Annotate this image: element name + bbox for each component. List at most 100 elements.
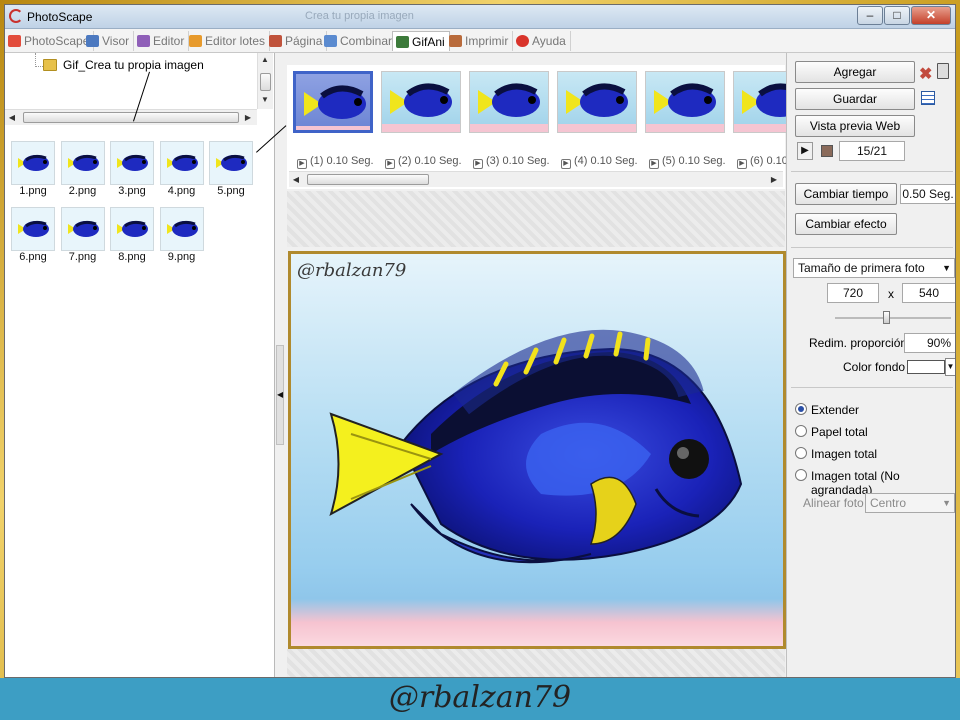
scroll-right-icon[interactable]: ▶ — [241, 113, 255, 122]
maximize-button[interactable]: □ — [884, 6, 910, 25]
frame-thumbnail[interactable] — [381, 71, 461, 133]
scroll-up-icon[interactable]: ▲ — [258, 55, 272, 64]
print-icon — [449, 35, 462, 47]
cambiar-tiempo-button[interactable]: Cambiar tiempo — [795, 183, 897, 205]
scale-slider-thumb[interactable] — [883, 311, 890, 324]
minimize-button[interactable]: – — [857, 6, 883, 25]
photoscape-logo-icon — [9, 9, 23, 23]
option-papel-total-label[interactable]: Papel total — [811, 425, 868, 439]
guardar-button[interactable]: Guardar — [795, 88, 915, 110]
file-thumbnail — [159, 207, 204, 251]
option-extender-label[interactable]: Extender — [811, 403, 859, 417]
play-icon[interactable]: ▶ — [385, 159, 395, 169]
tab-photoscape[interactable]: PhotoScape — [5, 31, 95, 51]
footer-watermark: @rbalzan79 — [388, 680, 572, 715]
file-item[interactable]: 4.png — [159, 141, 204, 197]
vista-previa-web-button[interactable]: Vista previa Web — [795, 115, 915, 137]
tree-folder-label[interactable]: Gif_Crea tu propia imagen — [63, 58, 204, 72]
separator — [791, 247, 953, 248]
file-item[interactable]: 9.png — [159, 207, 204, 263]
frame-thumbnail[interactable] — [469, 71, 549, 133]
main-tabs: PhotoScape Visor Editor Editor lotes Pág… — [5, 29, 955, 53]
photoscape-icon — [8, 35, 21, 47]
file-thumbnail — [60, 141, 105, 185]
frame-label: ▶ (5) 0.10 Seg. — [649, 155, 735, 169]
tab-ayuda[interactable]: Ayuda — [513, 31, 571, 51]
file-item[interactable]: 1.png — [11, 141, 55, 197]
tab-editor-lotes[interactable]: Editor lotes — [186, 31, 271, 51]
trash-icon[interactable] — [937, 63, 949, 79]
tab-combinar[interactable]: Combinar — [321, 31, 398, 51]
strip-hscroll-thumb[interactable] — [307, 174, 429, 185]
play-icon[interactable]: ▶ — [797, 142, 813, 160]
alinear-dropdown[interactable]: Centro ▼ — [865, 493, 955, 513]
tree-connector — [35, 53, 43, 67]
file-item[interactable]: 3.png — [110, 141, 154, 197]
radio-imagen-total[interactable] — [795, 447, 807, 459]
height-field[interactable]: 540 — [902, 283, 955, 303]
frame-label: ▶ (4) 0.10 Seg. — [561, 155, 647, 169]
play-icon[interactable]: ▶ — [473, 159, 483, 169]
delete-x-icon[interactable]: ✖ — [919, 64, 932, 84]
right-pane: Agregar ✖ Guardar Vista previa Web ▶ 15/… — [786, 53, 955, 677]
tree-vscroll-thumb[interactable] — [260, 73, 271, 91]
tab-imprimir[interactable]: Imprimir — [446, 31, 514, 51]
list-icon[interactable] — [921, 91, 935, 105]
color-fondo-label: Color fondo — [843, 360, 906, 374]
tab-pagina[interactable]: Página — [266, 31, 328, 51]
file-item[interactable]: 5.png — [209, 141, 253, 197]
file-item[interactable]: 2.png — [60, 141, 105, 197]
scroll-right-icon[interactable]: ▶ — [767, 175, 781, 184]
scroll-left-icon[interactable]: ◀ — [289, 175, 303, 184]
file-item[interactable]: 6.png — [11, 207, 55, 263]
file-thumbnail — [110, 207, 154, 251]
frame-thumbnail[interactable] — [557, 71, 637, 133]
frame-thumbnail[interactable] — [293, 71, 373, 133]
play-icon[interactable]: ▶ — [649, 159, 659, 169]
stop-icon[interactable] — [821, 145, 833, 157]
separator — [791, 171, 953, 172]
file-name: 4.png — [167, 185, 196, 197]
file-thumbnail — [110, 141, 154, 185]
radio-papel-total[interactable] — [795, 425, 807, 437]
frame-thumbnail[interactable] — [645, 71, 725, 133]
tree-vertical-scrollbar[interactable]: ▲ ▼ — [257, 53, 273, 109]
file-thumbnail — [209, 141, 253, 185]
tree-hscroll-thumb[interactable] — [23, 112, 239, 123]
frame-strip: ▶ (1) 0.10 Seg. ▶ (2) 0.10 Seg. ▶ (3) 0.10 Se… — [287, 65, 814, 189]
help-icon — [516, 35, 529, 47]
combine-icon — [324, 35, 337, 47]
color-swatch[interactable] — [907, 360, 945, 374]
chevron-down-icon[interactable]: ▼ — [945, 358, 955, 376]
size-mode-dropdown[interactable]: Tamaño de primera foto ▼ — [793, 258, 955, 278]
play-icon[interactable]: ▶ — [561, 159, 571, 169]
tiempo-value[interactable]: 0.50 Seg. — [900, 184, 955, 204]
scroll-down-icon[interactable]: ▼ — [258, 95, 272, 104]
file-item[interactable]: 7.png — [60, 207, 105, 263]
agregar-button[interactable]: Agregar — [795, 61, 915, 83]
close-button[interactable]: ✕ — [911, 6, 951, 25]
fish-illustration — [329, 329, 743, 564]
cambiar-efecto-button[interactable]: Cambiar efecto — [795, 213, 897, 235]
play-icon[interactable]: ▶ — [737, 159, 747, 169]
tab-visor[interactable]: Visor — [83, 31, 135, 51]
strip-horizontal-scrollbar[interactable]: ◀ ▶ — [289, 171, 783, 187]
collapse-panel-handle[interactable]: ◀ — [276, 345, 284, 445]
option-imagen-total-label[interactable]: Imagen total — [811, 447, 877, 461]
file-name: 1.png — [19, 185, 47, 197]
scroll-left-icon[interactable]: ◀ — [5, 113, 19, 122]
redim-value[interactable]: 90% — [904, 333, 955, 353]
viewer-icon — [86, 35, 99, 47]
tree-horizontal-scrollbar[interactable]: ◀ ▶ — [5, 109, 257, 125]
window-title: PhotoScape — [27, 10, 93, 24]
tab-gifani[interactable]: GifAni — [392, 31, 450, 51]
width-field[interactable]: 720 — [827, 283, 879, 303]
radio-extender[interactable] — [795, 403, 807, 415]
file-item[interactable]: 8.png — [110, 207, 154, 263]
empty-area-top — [287, 191, 785, 247]
tab-editor[interactable]: Editor — [134, 31, 190, 51]
frame-counter: 15/21 — [839, 141, 905, 161]
radio-imagen-total-no-agrandada[interactable] — [795, 469, 807, 481]
left-pane: Gif_Crea tu propia imagen ▲ ▼ ◀ ▶ 1.png 2… — [5, 53, 275, 677]
play-icon[interactable]: ▶ — [297, 159, 307, 169]
